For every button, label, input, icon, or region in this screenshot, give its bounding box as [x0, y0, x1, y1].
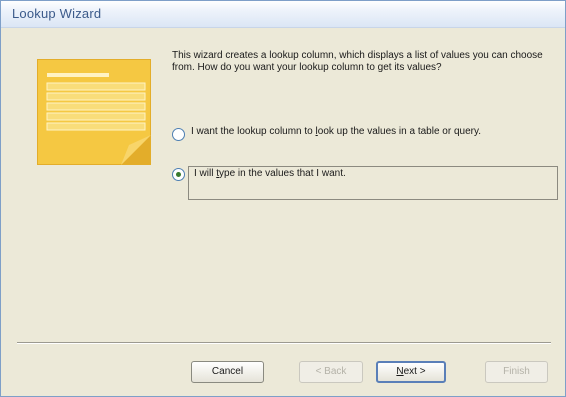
- option-type-values[interactable]: I will type in the values that I want.: [172, 166, 558, 200]
- radio-lookup-table[interactable]: [172, 128, 185, 141]
- next-button-mnemonic: N: [396, 366, 404, 377]
- next-button[interactable]: Next >: [376, 361, 446, 383]
- back-button[interactable]: < Back: [299, 361, 363, 383]
- option-lookup-table-label[interactable]: I want the lookup column to look up the …: [191, 126, 531, 138]
- lookup-wizard-window: Lookup Wizard This wizard creates a look…: [0, 0, 566, 397]
- finish-button[interactable]: Finish: [485, 361, 548, 383]
- window-title: Lookup Wizard: [12, 6, 102, 21]
- option-type-values-label[interactable]: I will type in the values that I want.: [194, 168, 346, 180]
- lookup-list-icon: [37, 59, 151, 165]
- wizard-prompt: This wizard creates a lookup column, whi…: [172, 50, 543, 73]
- footer-separator: [17, 342, 551, 344]
- radio-type-values[interactable]: [172, 168, 185, 181]
- cancel-button[interactable]: Cancel: [191, 361, 264, 383]
- next-button-label: ext >: [403, 366, 426, 377]
- radio-selected-dot: [176, 172, 181, 177]
- title-bar[interactable]: Lookup Wizard: [1, 1, 565, 28]
